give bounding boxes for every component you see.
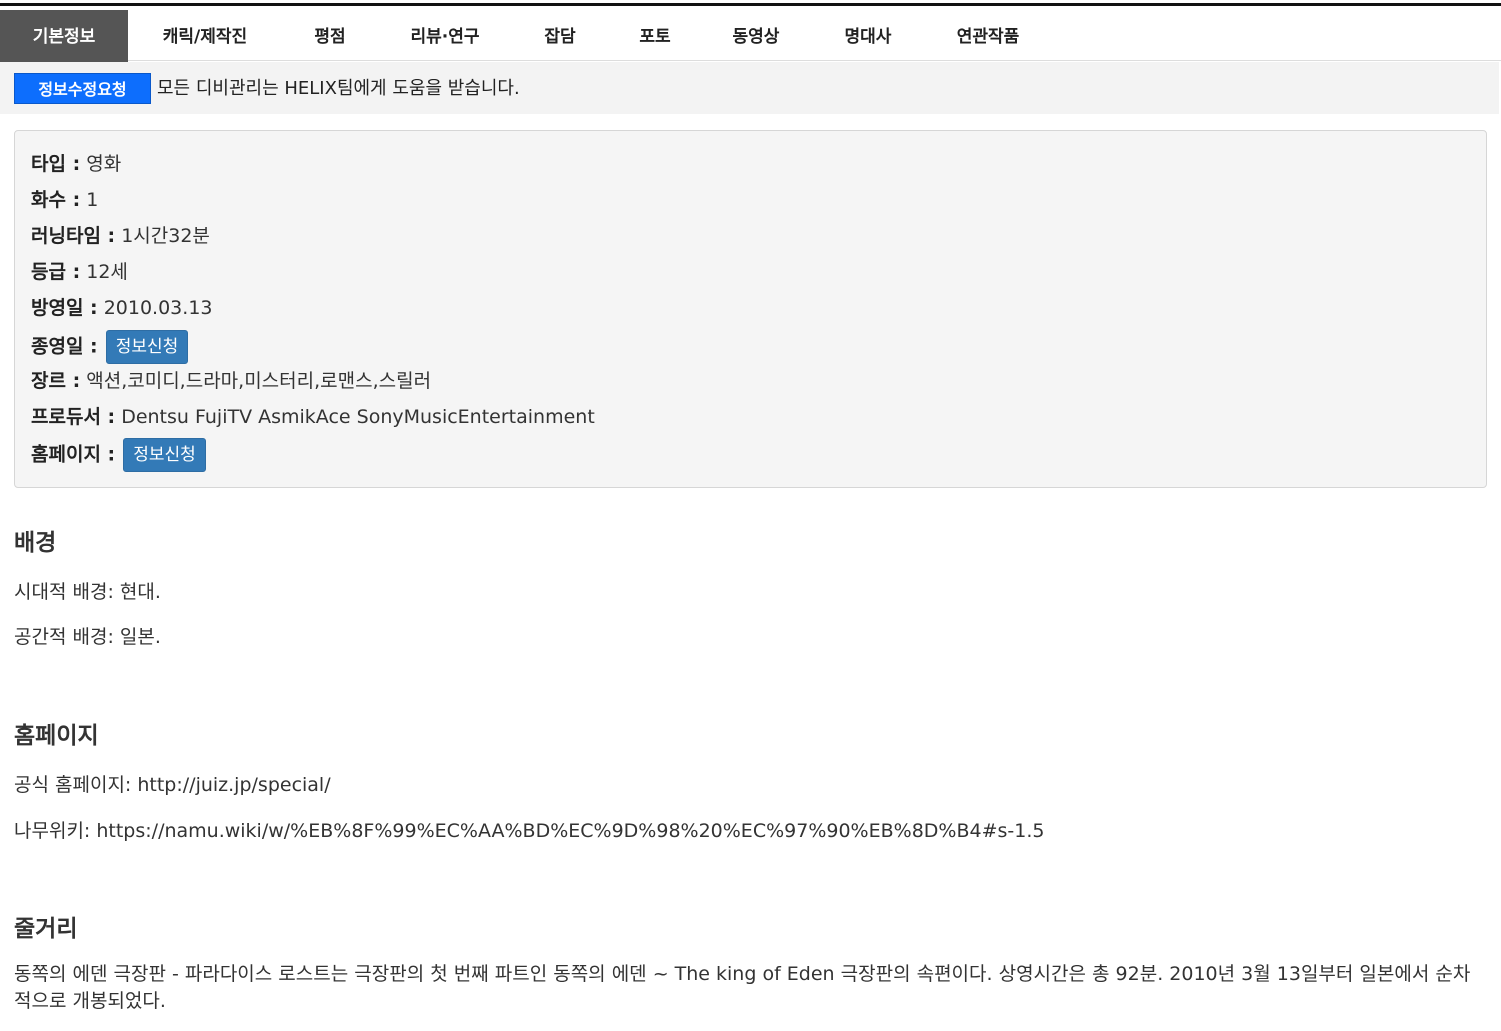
info-key: 방영일 : — [31, 297, 98, 319]
edit-request-button[interactable]: 정보수정요청 — [14, 73, 151, 104]
info-box: 타입 : 영화 화수 : 1 러닝타임 : 1시간32분 등급 : 12세 방영… — [14, 130, 1487, 488]
section-title-background: 배경 — [14, 530, 57, 556]
info-value: 12세 — [86, 261, 128, 283]
info-grade: 등급 : 12세 — [31, 258, 128, 286]
info-value: Dentsu FujiTV AsmikAce SonyMusicEntertai… — [121, 406, 595, 428]
section-title-synopsis: 줄거리 — [14, 916, 78, 942]
tab-characters-staff[interactable]: 캐릭/제작진 — [140, 10, 270, 64]
info-key: 장르 : — [31, 370, 81, 392]
tab-quotes[interactable]: 명대사 — [825, 10, 911, 64]
tab-rating[interactable]: 평점 — [290, 10, 370, 64]
tab-video[interactable]: 동영상 — [715, 10, 797, 64]
info-end-date: 종영일 : 정보신청 — [31, 330, 189, 364]
info-key: 프로듀서 : — [31, 406, 116, 428]
info-runtime: 러닝타임 : 1시간32분 — [31, 222, 210, 250]
info-episodes: 화수 : 1 — [31, 186, 98, 214]
synopsis-text: 동쪽의 에덴 극장판 - 파라다이스 로스트는 극장판의 첫 번째 파트인 동쪽… — [14, 963, 1471, 1012]
info-value: 영화 — [86, 153, 122, 175]
info-value: 1 — [86, 189, 99, 211]
info-type: 타입 : 영화 — [31, 150, 121, 178]
tab-chat[interactable]: 잡담 — [520, 10, 600, 64]
info-genre: 장르 : 액션,코미디,드라마,미스터리,로맨스,스릴러 — [31, 367, 431, 395]
tab-related-works[interactable]: 연관작품 — [935, 10, 1041, 64]
tab-bar: 기본정보 캐릭/제작진 평점 리뷰·연구 잡담 포토 동영상 명대사 연관작품 — [0, 3, 1501, 64]
info-key: 화수 : — [31, 189, 81, 211]
info-key: 홈페이지 : — [31, 443, 116, 466]
end-date-request-button[interactable]: 정보신청 — [105, 330, 189, 364]
info-value: 액션,코미디,드라마,미스터리,로맨스,스릴러 — [86, 370, 432, 392]
info-key: 타입 : — [31, 153, 81, 175]
notice-bar: 정보수정요청 모든 디비관리는 HELIX팀에게 도움을 받습니다. — [0, 62, 1499, 114]
official-homepage-link[interactable]: 공식 홈페이지: http://juiz.jp/special/ — [14, 770, 331, 797]
background-line: 시대적 배경: 현대. — [14, 581, 161, 603]
info-key: 러닝타임 : — [31, 225, 116, 247]
info-homepage: 홈페이지 : 정보신청 — [31, 438, 206, 472]
namuwiki-link[interactable]: 나무위키: https://namu.wiki/w/%EB%8F%99%EC%A… — [14, 816, 1044, 843]
homepage-request-button[interactable]: 정보신청 — [123, 438, 206, 472]
info-value: 2010.03.13 — [103, 297, 213, 319]
info-producer: 프로듀서 : Dentsu FujiTV AsmikAce SonyMusicE… — [31, 403, 595, 431]
info-value: 1시간32분 — [121, 225, 210, 247]
section-title-homepage: 홈페이지 — [14, 723, 99, 749]
info-release-date: 방영일 : 2010.03.13 — [31, 294, 213, 322]
tab-basic-info[interactable]: 기본정보 — [0, 10, 128, 64]
notice-text: 모든 디비관리는 HELIX팀에게 도움을 받습니다. — [157, 78, 520, 99]
info-key: 등급 : — [31, 261, 81, 283]
tab-photo[interactable]: 포토 — [615, 10, 695, 64]
background-line: 공간적 배경: 일본. — [14, 626, 161, 648]
tab-review-research[interactable]: 리뷰·연구 — [390, 10, 500, 64]
info-key: 종영일 : — [31, 335, 98, 358]
